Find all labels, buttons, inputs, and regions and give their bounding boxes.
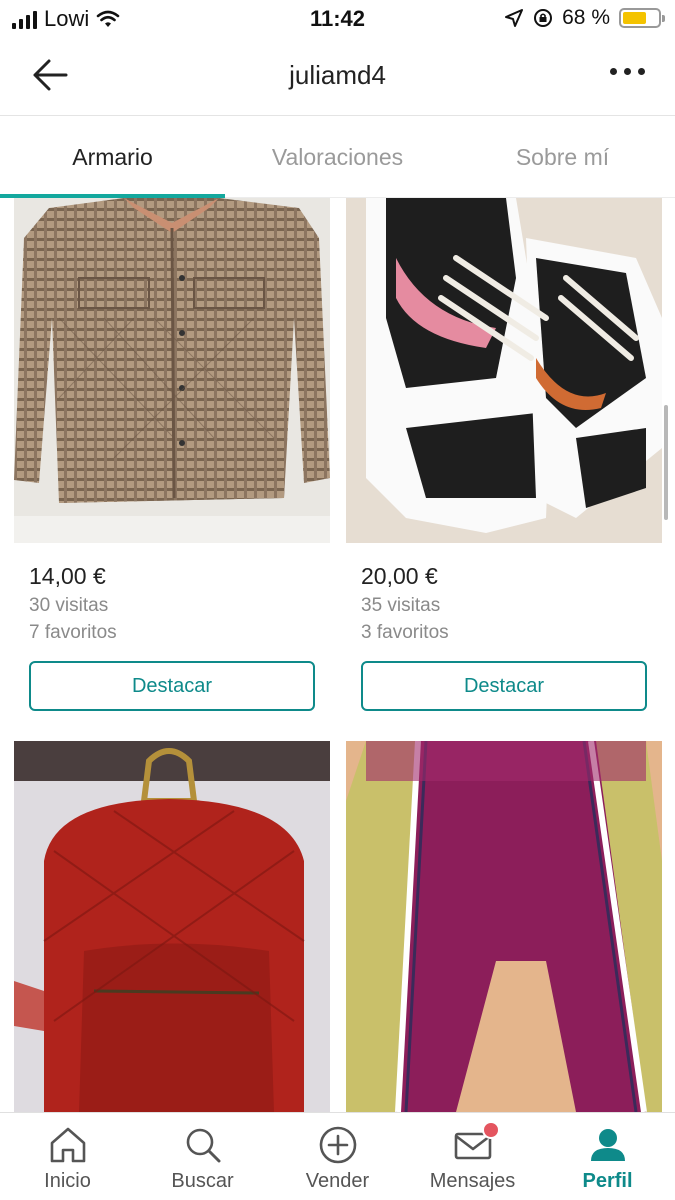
tab-label: Sobre mí <box>515 144 610 170</box>
page-title: juliamd4 <box>289 60 386 90</box>
product-image-jacket[interactable] <box>14 198 330 543</box>
product-price: 20,00 € <box>361 563 438 589</box>
highlight-button[interactable]: Destacar <box>29 661 315 711</box>
home-icon <box>50 1127 85 1163</box>
product-card[interactable] <box>346 741 662 1112</box>
tab-label: Armario <box>72 144 153 170</box>
nav-label: Perfil <box>582 1170 633 1192</box>
nav-inicio[interactable]: Inicio <box>0 1113 135 1200</box>
search-icon <box>186 1128 220 1163</box>
nav-label: Vender <box>305 1170 370 1192</box>
product-card[interactable]: 20,00 € 35 visitas 3 favoritos Destacar <box>346 198 662 711</box>
tab-label: Valoraciones <box>271 144 404 170</box>
product-views: 35 visitas <box>361 595 441 616</box>
profile-tabs: Armario Valoraciones Sobre mí <box>0 116 675 198</box>
battery-icon <box>619 8 665 28</box>
nav-label: Inicio <box>44 1170 91 1192</box>
nav-vender[interactable]: Vender <box>270 1113 405 1200</box>
bottom-navigation: Inicio Buscar Vender Mensajes Perfil <box>0 1112 675 1200</box>
product-image-sneakers[interactable] <box>346 198 662 543</box>
product-views: 30 visitas <box>29 595 109 616</box>
more-options-icon[interactable] <box>610 68 645 75</box>
scrollbar[interactable] <box>664 405 668 520</box>
product-price: 14,00 € <box>29 563 106 589</box>
battery-percent: 68 % <box>562 6 610 29</box>
product-card[interactable] <box>14 741 330 1112</box>
product-grid: 14,00 € 30 visitas 7 favoritos Destacar … <box>0 198 675 1112</box>
product-image-backpack[interactable] <box>14 741 330 1112</box>
product-favorites: 3 favoritos <box>361 622 449 643</box>
tab-sobre-mi[interactable]: Sobre mí <box>450 116 675 197</box>
nav-perfil[interactable]: Perfil <box>540 1113 675 1200</box>
product-image-pants[interactable] <box>346 741 662 1112</box>
notification-badge <box>482 1121 500 1139</box>
tab-armario[interactable]: Armario <box>0 116 225 198</box>
nav-label: Buscar <box>171 1170 234 1192</box>
product-favorites: 7 favoritos <box>29 622 117 643</box>
rotation-lock-icon <box>534 9 553 27</box>
tab-valoraciones[interactable]: Valoraciones <box>225 116 450 197</box>
profile-header: juliamd4 <box>0 40 675 116</box>
nav-mensajes[interactable]: Mensajes <box>405 1113 540 1200</box>
product-card[interactable]: 14,00 € 30 visitas 7 favoritos Destacar <box>14 198 330 711</box>
location-arrow-icon <box>505 9 524 27</box>
status-bar: Lowi 11:42 68 % <box>0 0 675 40</box>
profile-icon <box>590 1129 625 1161</box>
nav-label: Mensajes <box>429 1170 516 1192</box>
nav-buscar[interactable]: Buscar <box>135 1113 270 1200</box>
plus-circle-icon <box>319 1126 356 1164</box>
highlight-button[interactable]: Destacar <box>361 661 647 711</box>
